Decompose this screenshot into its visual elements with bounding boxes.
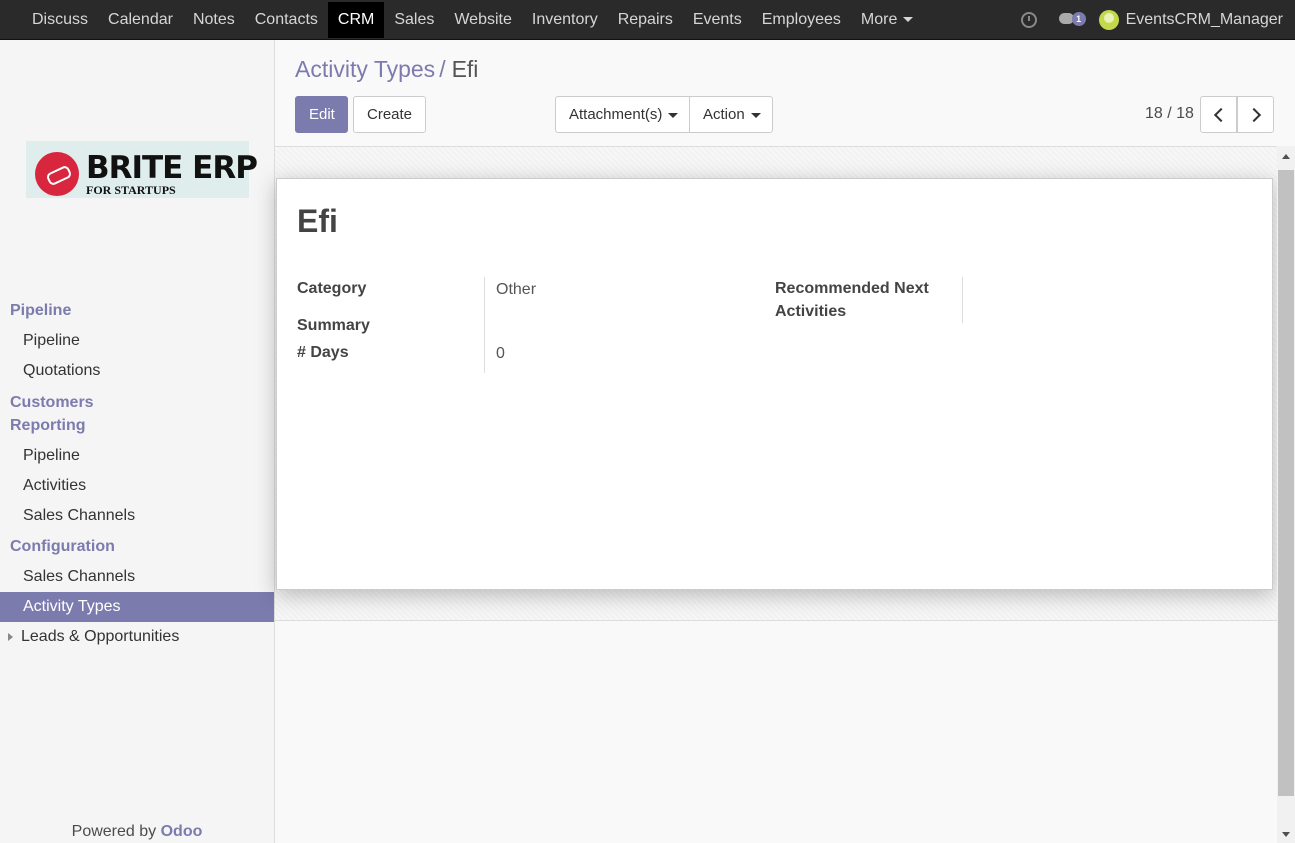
sidebar-head-reporting[interactable]: Reporting xyxy=(0,414,274,437)
pager-next-button[interactable] xyxy=(1237,96,1274,133)
chat-icon[interactable]: 1 xyxy=(1058,11,1086,29)
app-events[interactable]: Events xyxy=(683,2,752,38)
breadcrumb-parent[interactable]: Activity Types xyxy=(295,56,435,82)
sidebar-item-label: Leads & Opportunities xyxy=(21,628,180,645)
chevron-right-icon xyxy=(1246,107,1262,123)
app-contacts[interactable]: Contacts xyxy=(245,2,328,38)
attachments-label: Attachment(s) xyxy=(569,106,663,123)
chat-badge: 1 xyxy=(1071,12,1086,26)
attachments-dropdown[interactable]: Attachment(s) xyxy=(555,96,690,133)
breadcrumb-separator: / xyxy=(439,56,446,82)
sidebar-item-config-sales-channels[interactable]: Sales Channels xyxy=(0,562,274,592)
days-value: 0 xyxy=(496,345,505,362)
next-activities-label-line1: Recommended Next xyxy=(775,280,929,297)
logo-tagline: FOR STARTUPS xyxy=(86,183,176,197)
app-discuss[interactable]: Discuss xyxy=(22,2,98,38)
scroll-down-icon[interactable] xyxy=(1282,832,1290,837)
avatar[interactable] xyxy=(1098,10,1119,30)
app-menu: Discuss Calendar Notes Contacts CRM Sale… xyxy=(22,0,923,40)
company-logo: BRITE ERP FOR STARTUPS xyxy=(26,141,258,198)
form-background: Efi Category Other Summary # Days 0 Reco… xyxy=(275,147,1277,621)
app-crm[interactable]: CRM xyxy=(327,2,385,38)
caret-down-icon xyxy=(750,112,761,118)
logo-mark-icon xyxy=(35,152,79,196)
scrollbar-thumb[interactable] xyxy=(1278,170,1294,796)
sidebar-menu: Pipeline Pipeline Quotations Customers R… xyxy=(0,299,274,652)
scrollbar[interactable] xyxy=(1277,146,1295,843)
sidebar-item-report-pipeline[interactable]: Pipeline xyxy=(0,441,274,471)
days-label: # Days xyxy=(297,344,349,361)
edit-button[interactable]: Edit xyxy=(295,96,348,133)
field-divider xyxy=(484,277,485,373)
sidebar-head-customers[interactable]: Customers xyxy=(0,391,274,414)
field-divider xyxy=(962,277,963,323)
sidebar-item-report-sales-channels[interactable]: Sales Channels xyxy=(0,501,274,531)
app-repairs[interactable]: Repairs xyxy=(608,2,683,38)
breadcrumb-current: Efi xyxy=(451,56,479,82)
breadcrumb: Activity Types / Efi xyxy=(295,56,478,83)
category-value: Other xyxy=(496,281,537,298)
app-employees[interactable]: Employees xyxy=(752,2,851,38)
clock-icon[interactable] xyxy=(1020,12,1037,28)
app-sales[interactable]: Sales xyxy=(384,2,444,38)
more-menu[interactable]: More xyxy=(851,2,923,38)
action-dropdown[interactable]: Action xyxy=(689,96,773,133)
sidebar-head-configuration[interactable]: Configuration xyxy=(0,535,274,558)
pager-value[interactable]: 18 / 18 xyxy=(1145,105,1194,123)
caret-right-icon xyxy=(8,632,13,641)
form-sheet: Efi Category Other Summary # Days 0 Reco… xyxy=(276,178,1273,590)
app-website[interactable]: Website xyxy=(444,2,522,38)
logo-brand: BRITE ERP xyxy=(86,150,258,186)
caret-down-icon xyxy=(903,17,914,23)
create-button[interactable]: Create xyxy=(353,96,426,133)
scroll-up-icon[interactable] xyxy=(1282,154,1290,159)
action-label: Action xyxy=(703,106,745,123)
odoo-link[interactable]: Odoo xyxy=(161,823,203,840)
app-notes[interactable]: Notes xyxy=(183,2,245,38)
next-activities-label-line2: Activities xyxy=(775,303,847,320)
sidebar: BRITE ERP FOR STARTUPS Pipeline Pipeline… xyxy=(0,40,275,843)
app-calendar[interactable]: Calendar xyxy=(98,2,183,38)
sidebar-item-activity-types[interactable]: Activity Types xyxy=(0,592,274,622)
caret-down-icon xyxy=(668,112,679,118)
sidebar-item-pipeline[interactable]: Pipeline xyxy=(0,326,274,356)
sidebar-item-leads-opportunities[interactable]: Leads & Opportunities xyxy=(0,622,274,652)
powered-prefix: Powered by xyxy=(71,823,157,840)
systray: 1 EventsCRM_Manager xyxy=(1020,0,1283,40)
powered-by: Powered by Odoo xyxy=(0,823,274,841)
app-inventory[interactable]: Inventory xyxy=(522,2,608,38)
sidebar-item-report-activities[interactable]: Activities xyxy=(0,471,274,501)
summary-label: Summary xyxy=(297,317,370,334)
more-label: More xyxy=(860,11,898,28)
category-label: Category xyxy=(297,280,367,297)
record-title: Efi xyxy=(297,203,338,239)
main-navbar: Discuss Calendar Notes Contacts CRM Sale… xyxy=(0,0,1295,40)
pager-previous-button[interactable] xyxy=(1200,96,1237,133)
chevron-left-icon xyxy=(1213,107,1229,123)
form-view: Efi Category Other Summary # Days 0 Reco… xyxy=(275,146,1277,843)
sidebar-item-quotations[interactable]: Quotations xyxy=(0,356,274,386)
user-menu[interactable]: EventsCRM_Manager xyxy=(1126,11,1283,29)
sidebar-head-pipeline[interactable]: Pipeline xyxy=(0,299,274,322)
